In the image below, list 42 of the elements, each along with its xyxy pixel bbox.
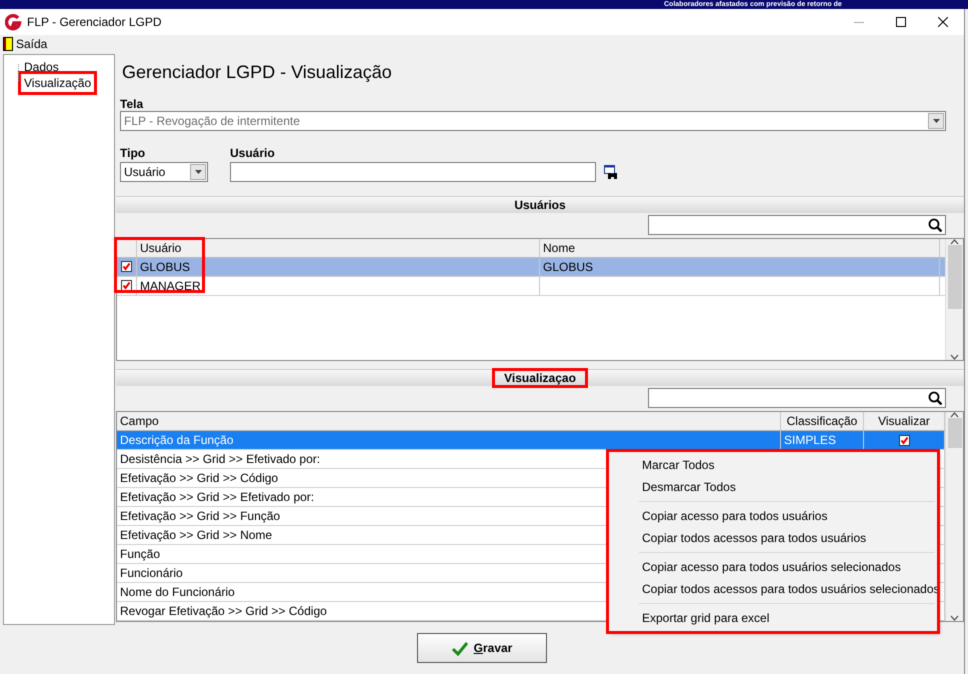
type-dropdown[interactable]: Usuário [120,162,208,182]
search-icon [928,218,942,232]
column-header[interactable]: Classificação [781,412,864,430]
field-label: Tipo [120,146,146,160]
window-title: FLP - Gerenciador LGPD [27,15,163,29]
section-title: Visualizaçao [495,371,585,386]
table-cell: GLOBUS [540,258,940,276]
checkbox[interactable] [121,261,132,272]
column-header[interactable]: Usuário [137,238,540,257]
scroll-down-icon[interactable] [950,354,959,360]
tree-item[interactable]: Dados [22,59,61,75]
scroll-down-icon[interactable] [950,615,959,621]
save-button[interactable]: Gravar [417,633,547,663]
search-field[interactable] [648,214,946,235]
exit-door-icon [3,37,13,51]
column-header[interactable]: Nome [540,238,940,257]
scrollbar[interactable] [945,412,963,621]
scroll-up-icon[interactable] [950,238,959,245]
scroll-up-icon[interactable] [950,412,959,418]
field-label: Usuário [230,146,276,160]
user-input-field[interactable] [230,162,596,182]
maximize-icon[interactable] [896,17,906,27]
checkmark-icon [452,640,468,656]
search-icon [928,391,942,405]
table-cell: MANAGER [137,276,540,295]
app-logo-icon [5,13,23,31]
checkbox[interactable] [898,434,910,446]
page-heading: Gerenciador LGPD - Visualização [122,62,393,83]
dropdown-arrow-icon [932,119,940,123]
dropdown-arrow-icon [194,170,202,174]
scrollbar[interactable] [945,238,963,360]
section-title: Usuários [513,198,567,212]
scrollbar-thumb[interactable] [948,244,962,309]
table-cell: GLOBUS [137,258,540,276]
menu-item[interactable]: Saída [16,37,48,51]
scrollbar-thumb[interactable] [948,418,962,448]
column-header[interactable]: Campo [117,412,781,430]
search-field[interactable] [648,388,946,408]
binoculars-icon[interactable] [604,165,618,180]
checkbox[interactable] [121,280,132,292]
field-label: Tela [120,97,144,111]
close-icon[interactable] [938,17,948,27]
